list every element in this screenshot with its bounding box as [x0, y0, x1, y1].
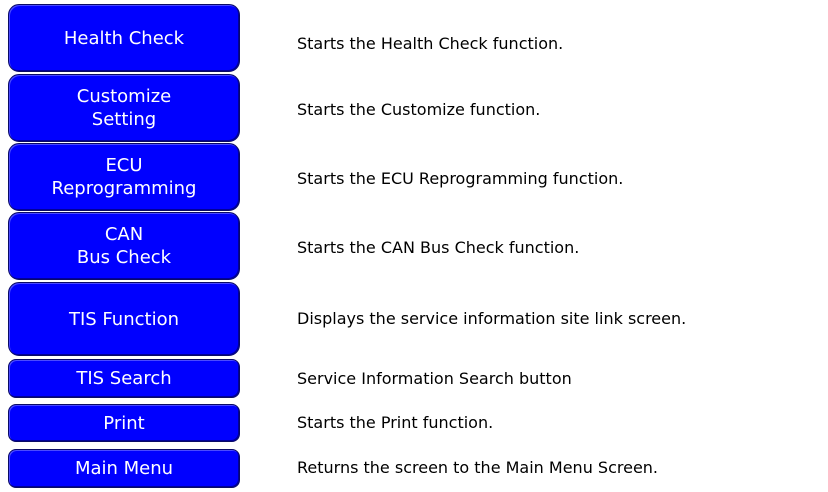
main-menu-button[interactable]: Main Menu	[8, 449, 240, 488]
ecu-reprogramming-button-label-line1: ECU	[105, 155, 143, 176]
print-description: Starts the Print function.	[297, 413, 494, 432]
print-button-label: Print	[103, 412, 145, 434]
customize-setting-button[interactable]: Customize Setting	[8, 74, 240, 142]
health-check-description: Starts the Health Check function.	[297, 34, 564, 53]
customize-setting-button-label-line1: Customize	[76, 86, 172, 107]
print-button[interactable]: Print	[8, 404, 240, 442]
customize-setting-description: Starts the Customize function.	[297, 100, 541, 119]
tis-search-description: Service Information Search button	[297, 369, 572, 388]
can-bus-check-button-label-line2: Bus Check	[76, 247, 172, 268]
tis-function-button-label: TIS Function	[68, 308, 179, 330]
customize-setting-button-label-line2: Setting	[91, 109, 157, 130]
ecu-reprogramming-button[interactable]: ECU Reprogramming	[8, 143, 240, 211]
health-check-button[interactable]: Health Check	[8, 4, 240, 72]
tis-search-button[interactable]: TIS Search	[8, 359, 240, 398]
can-bus-check-button-label-line1: CAN	[104, 224, 144, 245]
can-bus-check-button[interactable]: CAN Bus Check	[8, 212, 240, 280]
tis-function-description: Displays the service information site li…	[297, 309, 687, 328]
ecu-reprogramming-button-label-line2: Reprogramming	[51, 178, 197, 199]
main-menu-button-label: Main Menu	[74, 458, 174, 479]
tis-search-button-label: TIS Search	[76, 368, 172, 389]
health-check-button-label: Health Check	[63, 27, 185, 49]
can-bus-check-description: Starts the CAN Bus Check function.	[297, 238, 580, 257]
tis-function-button[interactable]: TIS Function	[8, 282, 240, 356]
main-menu-description: Returns the screen to the Main Menu Scre…	[297, 458, 659, 477]
ecu-reprogramming-description: Starts the ECU Reprogramming function.	[297, 169, 624, 188]
